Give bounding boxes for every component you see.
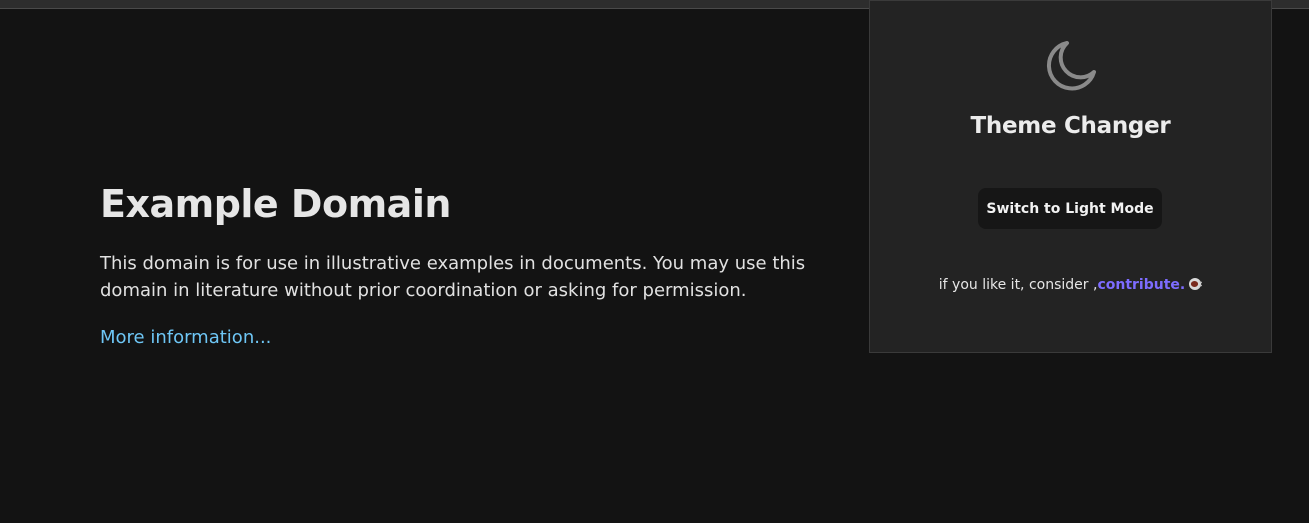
switch-to-light-mode-button[interactable]: Switch to Light Mode: [978, 188, 1162, 229]
contribute-line: if you like it, consider ,contribute.: [870, 277, 1271, 293]
contribute-prefix: if you like it, consider ,: [938, 277, 1098, 293]
contribute-link[interactable]: contribute.: [1097, 277, 1185, 293]
popup-title: Theme Changer: [970, 113, 1171, 139]
page-title: Example Domain: [100, 182, 451, 226]
coffee-cup-icon: [1188, 277, 1204, 291]
moon-icon: [1045, 39, 1097, 91]
theme-changer-popup: Theme Changer Switch to Light Mode if yo…: [869, 0, 1272, 353]
more-information-link[interactable]: More information...: [100, 324, 271, 352]
page-content: Example Domain This domain is for use in…: [100, 178, 820, 352]
page-description: This domain is for use in illustrative e…: [100, 253, 806, 301]
